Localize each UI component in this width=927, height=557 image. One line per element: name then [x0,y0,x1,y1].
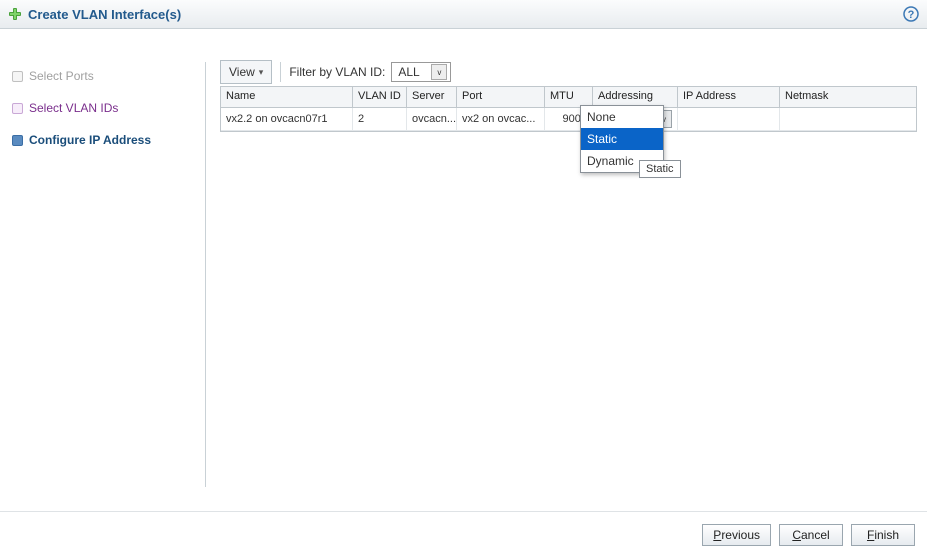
wizard-step-select-ports[interactable]: Select Ports [12,66,201,86]
col-name[interactable]: Name [221,87,353,107]
col-vlan-id[interactable]: VLAN ID [353,87,407,107]
toolbar-separator [280,62,281,82]
help-icon[interactable]: ? [903,6,919,22]
dialog-title: Create VLAN Interface(s) [28,7,181,22]
cell-name: vx2.2 on ovcacn07r1 [221,108,353,130]
vlan-interfaces-table: Name VLAN ID Server Port MTU Addressing … [220,86,917,132]
col-addressing[interactable]: Addressing [593,87,678,107]
cell-ip[interactable] [678,108,780,130]
main-panel: View ▾ Filter by VLAN ID: ALL v Name VLA… [206,60,927,507]
tooltip: Static [639,160,681,178]
step-box-icon [12,103,23,114]
filter-vlan-value: ALL [398,65,419,79]
plus-icon [8,7,22,21]
cancel-button[interactable]: Cancel [779,524,843,546]
dialog-footer: Previous Cancel Finish [0,511,927,557]
view-menu-button[interactable]: View ▾ [220,60,272,84]
addressing-option-static[interactable]: Static [581,128,663,150]
cell-server: ovcacn... [407,108,457,130]
dialog-window: Create VLAN Interface(s) ? Select Ports … [0,0,927,557]
cell-netmask[interactable] [780,108,916,130]
chevron-down-icon: ▾ [259,62,264,82]
step-box-icon [12,71,23,82]
step-label: Select Ports [29,69,94,83]
filter-label: Filter by VLAN ID: [289,65,385,79]
finish-button[interactable]: Finish [851,524,915,546]
table-toolbar: View ▾ Filter by VLAN ID: ALL v [220,60,923,84]
col-port[interactable]: Port [457,87,545,107]
wizard-step-select-vlan-ids[interactable]: Select VLAN IDs [12,98,201,118]
step-box-icon [12,135,23,146]
addressing-option-none[interactable]: None [581,106,663,128]
button-rest: revious [721,528,760,542]
col-server[interactable]: Server [407,87,457,107]
button-mnemonic: C [792,528,801,542]
svg-text:?: ? [908,9,915,21]
filter-vlan-select[interactable]: ALL v [391,62,451,82]
button-rest: ancel [801,528,830,542]
cell-vlan-id: 2 [353,108,407,130]
col-ip-address[interactable]: IP Address [678,87,780,107]
view-menu-label: View [229,62,255,82]
chevron-down-icon: v [431,64,447,80]
cell-port: vx2 on ovcac... [457,108,545,130]
dialog-body: Select Ports Select VLAN IDs Configure I… [0,40,927,507]
table-header-row: Name VLAN ID Server Port MTU Addressing … [221,87,916,108]
col-netmask[interactable]: Netmask [780,87,916,107]
wizard-steps: Select Ports Select VLAN IDs Configure I… [0,60,205,507]
wizard-step-configure-ip[interactable]: Configure IP Address [12,130,201,150]
step-label: Configure IP Address [29,133,151,147]
dialog-header: Create VLAN Interface(s) ? [0,0,927,29]
button-rest: inish [874,528,899,542]
step-label: Select VLAN IDs [29,101,118,115]
previous-button[interactable]: Previous [702,524,771,546]
col-mtu[interactable]: MTU [545,87,593,107]
table-row[interactable]: vx2.2 on ovcacn07r1 2 ovcacn... vx2 on o… [221,108,916,131]
